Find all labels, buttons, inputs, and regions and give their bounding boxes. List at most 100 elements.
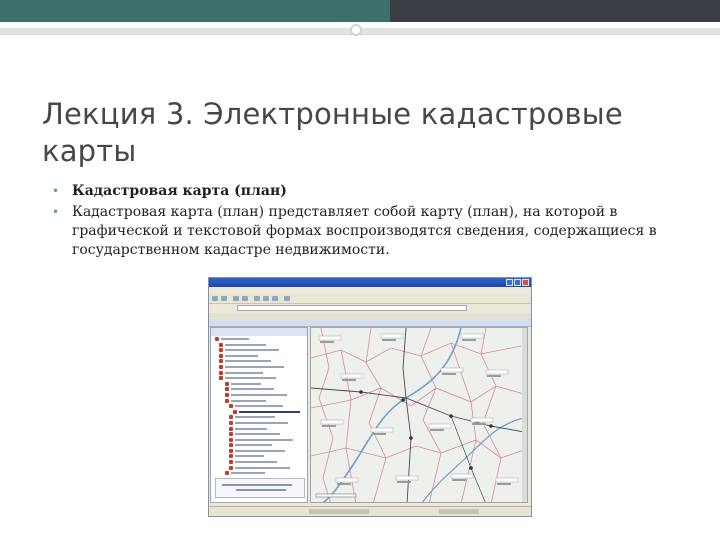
maximize-icon bbox=[514, 279, 521, 286]
browser-menu-bar bbox=[209, 287, 531, 294]
layer-icon bbox=[229, 420, 233, 425]
tree-info-box bbox=[215, 478, 305, 498]
layer-icon bbox=[229, 426, 233, 431]
map-scale-bar bbox=[315, 493, 357, 498]
settlement-marker bbox=[449, 414, 453, 418]
district-boundary bbox=[365, 328, 387, 502]
cadastral-map-screenshot bbox=[208, 277, 532, 517]
map-label bbox=[495, 477, 519, 483]
tree-row-label bbox=[225, 343, 266, 346]
map-label-text bbox=[452, 479, 466, 481]
map-canvas bbox=[311, 328, 525, 502]
map-label-text bbox=[372, 433, 386, 435]
header-bar bbox=[0, 0, 720, 22]
settlement-marker bbox=[359, 390, 363, 394]
address-field bbox=[237, 305, 467, 311]
tree-row-label bbox=[231, 393, 287, 396]
tree-row-label bbox=[235, 421, 288, 424]
layer-icon bbox=[229, 460, 233, 465]
map-label bbox=[370, 427, 394, 433]
map-label bbox=[470, 417, 494, 423]
tree-row-label bbox=[225, 377, 276, 380]
layer-icon bbox=[215, 337, 219, 341]
slide-title: Лекция 3. Электронные кадастровые карты bbox=[42, 97, 623, 168]
bullet-text-1: Кадастровая карта (план) bbox=[72, 183, 287, 199]
window-controls bbox=[506, 279, 529, 286]
tree-row-label bbox=[225, 349, 279, 352]
tree-row-label bbox=[231, 382, 261, 385]
settlement-marker bbox=[469, 466, 473, 470]
map-view bbox=[310, 327, 528, 503]
bullet-icon: • bbox=[52, 184, 60, 198]
map-label-text bbox=[342, 379, 356, 381]
settlement-marker bbox=[409, 436, 413, 440]
layer-icon bbox=[225, 387, 229, 392]
layer-icon bbox=[229, 448, 233, 453]
tree-row-label bbox=[225, 360, 271, 363]
map-label bbox=[380, 333, 404, 339]
map-label bbox=[428, 423, 452, 429]
bullet-list: • Кадастровая карта (план) • Кадастровая… bbox=[52, 182, 680, 262]
map-label-text bbox=[322, 425, 336, 427]
map-label bbox=[335, 477, 359, 483]
map-label bbox=[450, 473, 474, 479]
layer-icon bbox=[233, 409, 237, 414]
header-bar-teal bbox=[0, 0, 390, 22]
map-scrollbar bbox=[522, 328, 527, 502]
map-label-text bbox=[320, 341, 334, 343]
layer-icon bbox=[229, 432, 233, 437]
map-app-toolbar bbox=[209, 319, 531, 327]
map-label-text bbox=[430, 429, 444, 431]
layer-icon bbox=[219, 359, 223, 364]
tree-row-label bbox=[235, 427, 267, 430]
browser-status-bar bbox=[209, 506, 531, 516]
minimize-icon bbox=[506, 279, 513, 286]
tree-row-label bbox=[235, 405, 283, 408]
tree-row-label bbox=[235, 455, 264, 458]
tree-row-label bbox=[235, 416, 275, 419]
map-label-text bbox=[497, 483, 511, 485]
map-label bbox=[320, 419, 344, 425]
browser-toolbar bbox=[209, 294, 531, 304]
layer-icon bbox=[219, 348, 223, 353]
map-label bbox=[485, 369, 509, 375]
map-label-text bbox=[472, 423, 486, 425]
bullet-icon: • bbox=[52, 205, 60, 219]
map-label-text bbox=[487, 375, 501, 377]
layer-icon bbox=[229, 465, 233, 470]
browser-title-bar bbox=[209, 278, 531, 287]
map-label bbox=[460, 333, 484, 339]
map-label-text bbox=[337, 483, 351, 485]
map-label-text bbox=[382, 339, 396, 341]
district-boundary bbox=[480, 328, 502, 502]
close-icon bbox=[522, 279, 529, 286]
tree-row-label bbox=[239, 410, 300, 413]
layer-icon bbox=[219, 342, 223, 347]
tree-row-label bbox=[225, 365, 284, 368]
layer-icon bbox=[229, 454, 233, 459]
layer-icon bbox=[229, 443, 233, 448]
bullet-text-2: Кадастровая карта (план) представляет со… bbox=[72, 204, 657, 258]
tree-row-label bbox=[225, 354, 258, 357]
layer-icon bbox=[219, 370, 223, 375]
layer-icon bbox=[225, 392, 229, 397]
layer-icon bbox=[225, 398, 229, 403]
map-label bbox=[318, 335, 342, 341]
map-label-text bbox=[442, 373, 456, 375]
divider-circle-icon bbox=[350, 24, 362, 36]
cadastral-tree bbox=[211, 336, 307, 476]
district-boundary bbox=[318, 328, 334, 502]
tree-row-label bbox=[235, 466, 290, 469]
district-boundary bbox=[311, 439, 525, 459]
tree-row-label bbox=[231, 472, 265, 475]
layer-icon bbox=[219, 364, 223, 369]
settlement-marker bbox=[489, 424, 493, 428]
map-label-text bbox=[397, 481, 411, 483]
layer-icon bbox=[229, 437, 233, 442]
layer-icon bbox=[219, 376, 223, 381]
tree-row bbox=[211, 470, 307, 476]
layer-icon bbox=[229, 415, 233, 420]
map-label bbox=[340, 373, 364, 379]
tree-row-label bbox=[225, 371, 263, 374]
layer-icon bbox=[219, 353, 223, 358]
